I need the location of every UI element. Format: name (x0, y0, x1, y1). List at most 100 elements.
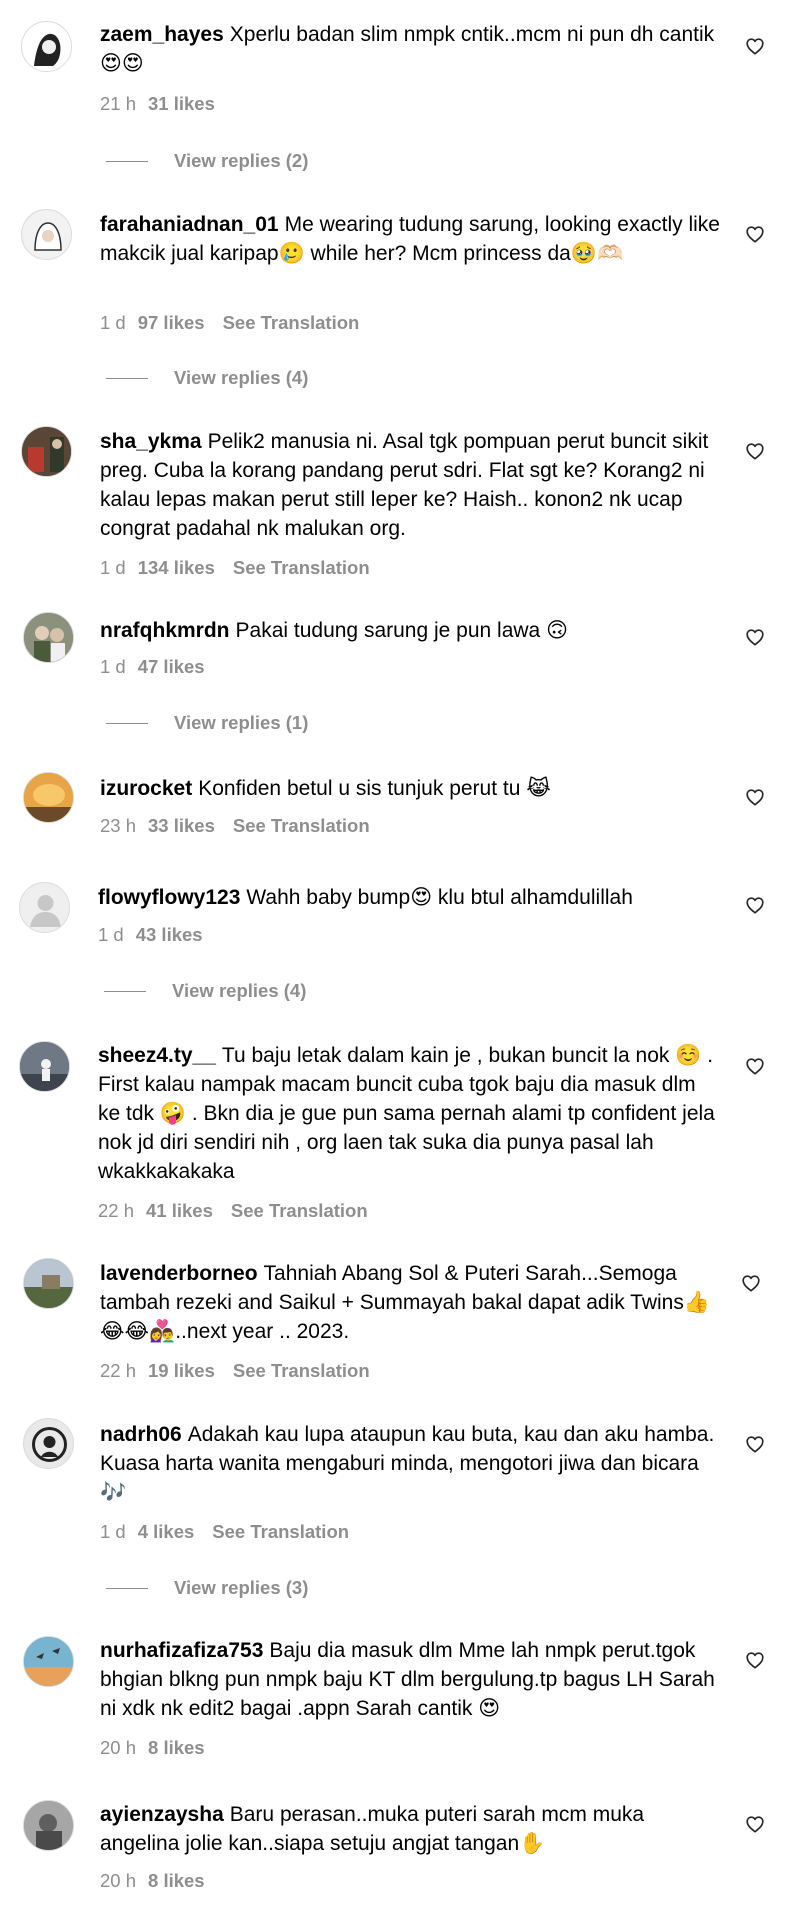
comment-text: sha_ykma Pelik2 manusia ni. Asal tgk pomp… (100, 427, 720, 543)
comment-time[interactable]: 20 h (100, 1870, 136, 1891)
comment-text: nadrh06 Adakah kau lupa ataupun kau buta,… (100, 1420, 720, 1507)
likes-count[interactable]: 19 likes (148, 1360, 215, 1381)
likes-count[interactable]: 47 likes (138, 656, 205, 677)
comment-username[interactable]: ayienzaysha (100, 1803, 224, 1826)
see-translation-link[interactable]: See Translation (233, 815, 370, 836)
comment-meta: 1 d 134 likes See Translation (100, 557, 388, 579)
likes-count[interactable]: 31 likes (148, 93, 215, 114)
comment-time[interactable]: 23 h (100, 815, 136, 836)
like-button[interactable] (744, 35, 766, 57)
avatar[interactable] (23, 612, 74, 663)
like-button[interactable] (744, 786, 766, 808)
avatar[interactable] (23, 1636, 74, 1687)
likes-count[interactable]: 8 likes (148, 1737, 205, 1758)
likes-count[interactable]: 41 likes (146, 1200, 213, 1221)
comment-time[interactable]: 1 d (100, 656, 126, 677)
comment-username[interactable]: nrafqhkmrdn (100, 619, 230, 642)
likes-count[interactable]: 33 likes (148, 815, 215, 836)
comment-time[interactable]: 1 d (98, 924, 124, 945)
see-translation-link[interactable]: See Translation (233, 1360, 370, 1381)
see-translation-link[interactable]: See Translation (212, 1521, 349, 1542)
comment-body: Wahh baby bump😍 klu btul alhamdulillah (246, 886, 633, 909)
comment-text: lavenderborneo Tahniah Abang Sol & Puteri… (100, 1259, 720, 1346)
comment-time[interactable]: 22 h (100, 1360, 136, 1381)
comment-username[interactable]: nurhafizafiza753 (100, 1639, 263, 1662)
comment-username[interactable]: sheez4.ty__ (98, 1044, 216, 1067)
heart-outline-icon (746, 226, 764, 243)
avatar[interactable] (21, 209, 72, 260)
comment-time[interactable]: 22 h (98, 1200, 134, 1221)
comment-meta: 21 h 31 likes (100, 93, 233, 115)
heart-outline-icon (746, 1436, 764, 1453)
like-button[interactable] (744, 440, 766, 462)
comment-body: Konfiden betul u sis tunjuk perut tu 😹 (198, 777, 551, 800)
avatar[interactable] (21, 426, 72, 477)
comment-username[interactable]: nadrh06 (100, 1423, 182, 1446)
heart-outline-icon (746, 38, 764, 55)
like-button[interactable] (744, 894, 766, 916)
comment-meta: 23 h 33 likes See Translation (100, 815, 388, 837)
view-replies-button[interactable]: View replies (1) (106, 711, 308, 735)
heart-outline-icon (746, 1816, 764, 1833)
like-button[interactable] (744, 1813, 766, 1835)
heart-outline-icon (746, 1652, 764, 1669)
avatar[interactable] (23, 1800, 74, 1851)
likes-count[interactable]: 134 likes (138, 557, 215, 578)
view-replies-label: View replies (2) (174, 150, 309, 171)
likes-count[interactable]: 97 likes (138, 312, 205, 333)
likes-count[interactable]: 4 likes (138, 1521, 195, 1542)
view-replies-button[interactable]: View replies (4) (104, 979, 306, 1003)
comment-time[interactable]: 1 d (100, 557, 126, 578)
see-translation-link[interactable]: See Translation (233, 557, 370, 578)
comment-meta: 20 h 8 likes (100, 1870, 223, 1892)
comment-text: farahaniadnan_01 Me wearing tudung sarung… (100, 210, 720, 268)
likes-count[interactable]: 43 likes (136, 924, 203, 945)
view-replies-label: View replies (1) (174, 712, 309, 733)
like-button[interactable] (744, 223, 766, 245)
likes-count[interactable]: 8 likes (148, 1870, 205, 1891)
comments-list: zaem_hayes Xperlu badan slim nmpk cntik..… (0, 0, 786, 1909)
comment-text: sheez4.ty__ Tu baju letak dalam kain je ,… (98, 1041, 718, 1186)
like-button[interactable] (744, 626, 766, 648)
avatar[interactable] (23, 1418, 74, 1469)
comment-time[interactable]: 1 d (100, 1521, 126, 1542)
view-replies-label: View replies (4) (174, 367, 309, 388)
comment-username[interactable]: sha_ykma (100, 430, 202, 453)
view-replies-button[interactable]: View replies (2) (106, 149, 308, 173)
heart-outline-icon (746, 1058, 764, 1075)
comment-text: flowyflowy123 Wahh baby bump😍 klu btul al… (98, 883, 718, 912)
comment-text: nrafqhkmrdn Pakai tudung sarung je pun la… (100, 616, 720, 645)
heart-outline-icon (746, 629, 764, 646)
like-button[interactable] (740, 1272, 762, 1294)
heart-outline-icon (746, 897, 764, 914)
comment-time[interactable]: 20 h (100, 1737, 136, 1758)
view-replies-button[interactable]: View replies (4) (106, 366, 308, 390)
like-button[interactable] (744, 1055, 766, 1077)
like-button[interactable] (744, 1649, 766, 1671)
comment-username[interactable]: zaem_hayes (100, 23, 224, 46)
comment-time[interactable]: 21 h (100, 93, 136, 114)
see-translation-link[interactable]: See Translation (231, 1200, 368, 1221)
comment-username[interactable]: lavenderborneo (100, 1262, 258, 1285)
avatar[interactable] (21, 21, 72, 72)
comment-body: Adakah kau lupa ataupun kau buta, kau da… (100, 1423, 715, 1504)
heart-outline-icon (746, 443, 764, 460)
comment-meta: 22 h 41 likes See Translation (98, 1200, 386, 1222)
avatar[interactable] (19, 1041, 70, 1092)
comment-time[interactable]: 1 d (100, 312, 126, 333)
avatar[interactable] (23, 1258, 74, 1309)
avatar[interactable] (19, 882, 70, 933)
comment-text: nurhafizafiza753 Baju dia masuk dlm Mme l… (100, 1636, 720, 1723)
heart-outline-icon (746, 789, 764, 806)
view-replies-label: View replies (3) (174, 1577, 309, 1598)
see-translation-link[interactable]: See Translation (223, 312, 360, 333)
comment-username[interactable]: izurocket (100, 777, 192, 800)
like-button[interactable] (744, 1433, 766, 1455)
heart-outline-icon (742, 1275, 760, 1292)
view-replies-button[interactable]: View replies (3) (106, 1576, 308, 1600)
comment-username[interactable]: flowyflowy123 (98, 886, 240, 909)
comment-text: izurocket Konfiden betul u sis tunjuk per… (100, 774, 720, 803)
replies-divider (106, 1587, 148, 1589)
avatar[interactable] (23, 772, 74, 823)
comment-username[interactable]: farahaniadnan_01 (100, 213, 279, 236)
